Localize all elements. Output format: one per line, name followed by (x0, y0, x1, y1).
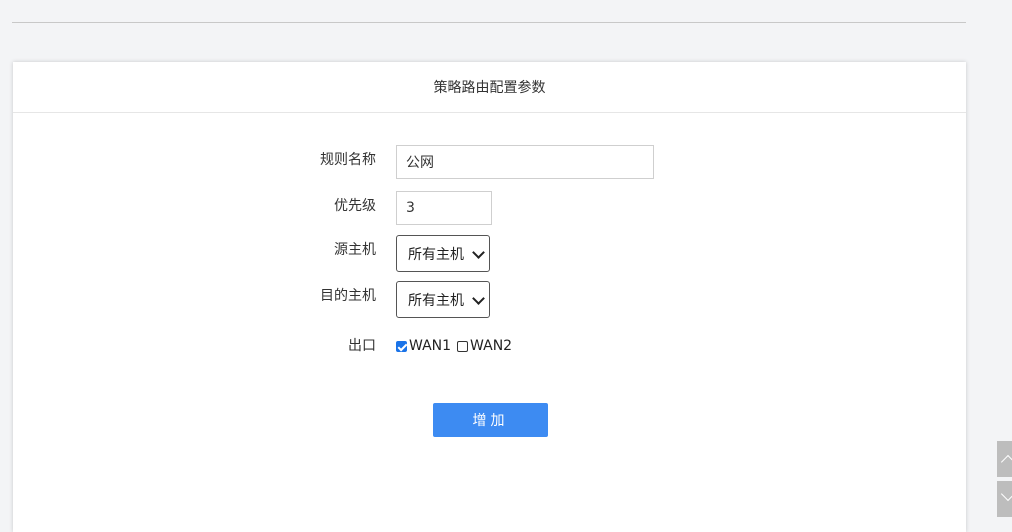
scroll-up-button[interactable] (997, 441, 1012, 477)
exit-label: 出口 (348, 338, 376, 354)
chevron-down-icon (1000, 486, 1012, 502)
panel-title: 策略路由配置参数 (13, 62, 966, 113)
top-divider (12, 22, 966, 23)
rule-name-label: 规则名称 (320, 152, 376, 168)
chevron-down-icon (472, 292, 485, 305)
exit-options: WAN1 WAN2 (396, 331, 518, 361)
wan1-checkbox[interactable] (396, 340, 407, 352)
wan2-checkbox[interactable] (457, 340, 469, 352)
dest-host-select[interactable]: 所有主机 (396, 281, 490, 318)
priority-row: 优先级 (13, 191, 966, 225)
exit-row: 出口 WAN1 WAN2 (13, 331, 966, 365)
add-button[interactable]: 增加 (433, 403, 548, 437)
rule-name-row: 规则名称 (13, 145, 966, 179)
scroll-down-button[interactable] (997, 481, 1012, 517)
policy-route-panel: 策略路由配置参数 规则名称 优先级 源主机 所有主机 目的主机 所有主机 出口 … (13, 62, 966, 532)
dest-host-row: 目的主机 所有主机 (13, 281, 966, 318)
dest-host-value: 所有主机 (408, 292, 464, 309)
source-host-label: 源主机 (334, 242, 376, 258)
source-host-value: 所有主机 (408, 246, 464, 263)
dest-host-label: 目的主机 (320, 288, 376, 304)
chevron-down-icon (472, 246, 485, 259)
wan1-label[interactable]: WAN1 (409, 338, 451, 354)
wan2-label[interactable]: WAN2 (470, 338, 512, 354)
priority-label: 优先级 (334, 198, 376, 214)
chevron-up-icon (1000, 454, 1012, 470)
source-host-row: 源主机 所有主机 (13, 235, 966, 272)
source-host-select[interactable]: 所有主机 (396, 235, 490, 272)
rule-name-input[interactable] (396, 145, 654, 179)
priority-input[interactable] (396, 191, 492, 225)
